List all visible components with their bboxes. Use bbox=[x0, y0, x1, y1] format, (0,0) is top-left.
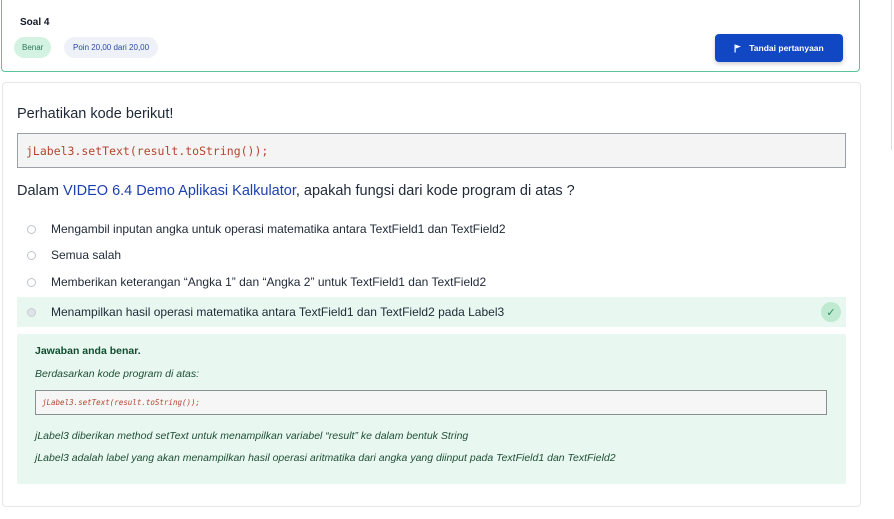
option-label: Mengambil inputan angka untuk operasi ma… bbox=[51, 222, 506, 236]
panel-edge bbox=[891, 0, 892, 150]
question-text: Dalam VIDEO 6.4 Demo Aplikasi Kalkulator… bbox=[17, 183, 575, 199]
answer-option-3[interactable]: Memberikan keterangan “Angka 1” dan “Ang… bbox=[17, 269, 846, 295]
option-label: Memberikan keterangan “Angka 1” dan “Ang… bbox=[51, 275, 487, 289]
points-badge: Poin 20,00 dari 20,00 bbox=[64, 37, 159, 58]
feedback-explanation-2: jLabel3 adalah label yang akan menampilk… bbox=[35, 452, 616, 464]
flag-button-label: Tandai pertanyaan bbox=[749, 43, 824, 53]
check-icon: ✓ bbox=[821, 302, 841, 322]
answer-option-2[interactable]: Semua salah bbox=[17, 242, 846, 268]
question-intro: Perhatikan kode berikut! bbox=[17, 106, 174, 122]
option-label: Semua salah bbox=[51, 248, 122, 262]
feedback-explanation-1: jLabel3 diberikan method setText untuk m… bbox=[35, 430, 469, 442]
option-label: Menampilkan hasil operasi matematika ant… bbox=[51, 305, 505, 319]
answer-option-1[interactable]: Mengambil inputan angka untuk operasi ma… bbox=[17, 216, 846, 242]
question-prefix: Dalam bbox=[17, 183, 63, 199]
feedback-code-snippet: jLabel3.setText(result.toString()); bbox=[35, 390, 827, 415]
radio-button-selected[interactable] bbox=[27, 307, 36, 317]
radio-button[interactable] bbox=[27, 250, 36, 260]
answer-option-4[interactable]: Menampilkan hasil operasi matematika ant… bbox=[17, 297, 846, 327]
video-link[interactable]: VIDEO 6.4 Demo Aplikasi Kalkulator bbox=[63, 183, 296, 199]
code-snippet: jLabel3.setText(result.toString()); bbox=[17, 133, 846, 168]
feedback-title: Jawaban anda benar. bbox=[35, 345, 141, 357]
flag-question-button[interactable]: Tandai pertanyaan bbox=[715, 34, 843, 62]
flag-icon bbox=[734, 44, 742, 52]
feedback-panel: Jawaban anda benar. Berdasarkan kode pro… bbox=[17, 334, 846, 484]
question-number: Soal 4 bbox=[20, 17, 50, 28]
status-badge: Benar bbox=[14, 37, 52, 58]
radio-button[interactable] bbox=[27, 277, 36, 287]
feedback-subtitle: Berdasarkan kode program di atas: bbox=[35, 368, 200, 380]
question-suffix: , apakah fungsi dari kode program di ata… bbox=[295, 183, 575, 199]
radio-button[interactable] bbox=[27, 224, 36, 234]
